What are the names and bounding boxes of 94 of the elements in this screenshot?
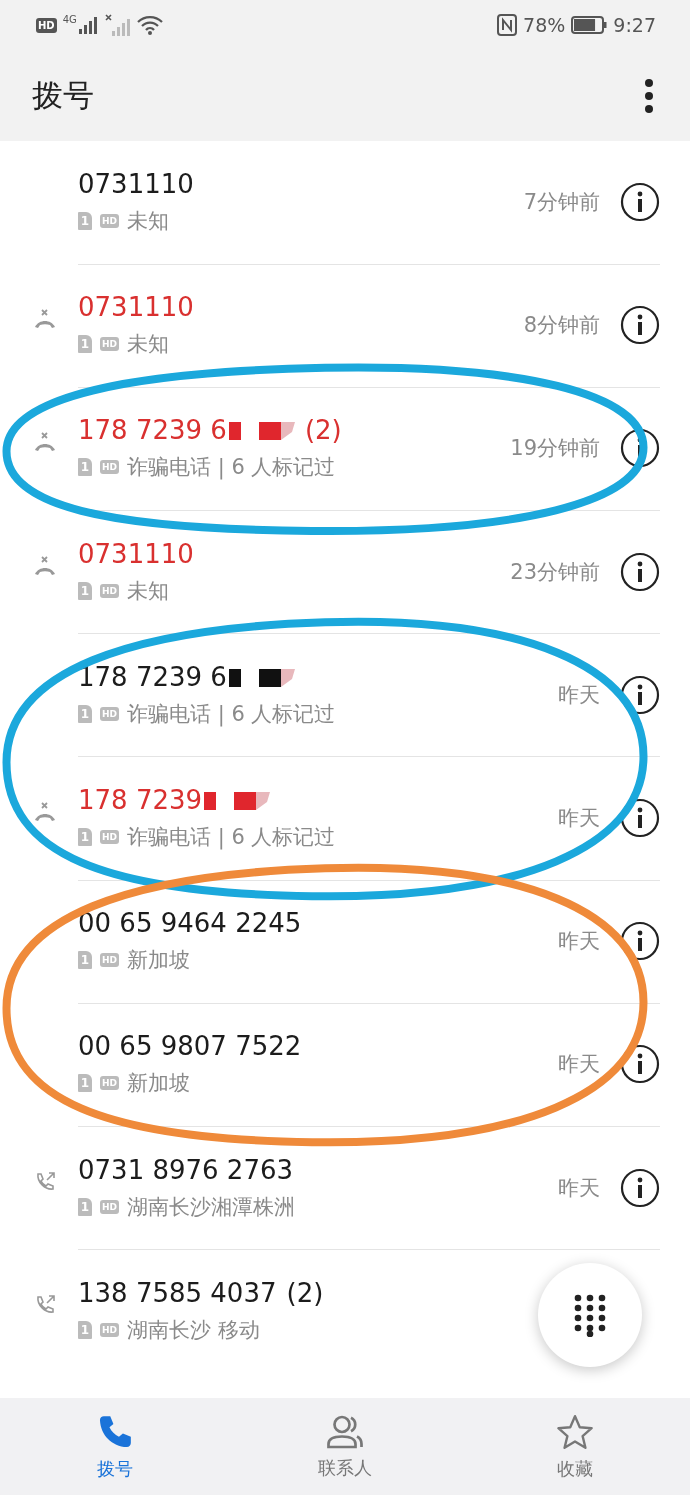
call-time: 19分钟前 [510, 435, 600, 463]
hd-badge: HD [100, 583, 119, 598]
hd-badge: HD [36, 17, 57, 33]
battery-icon [571, 16, 608, 34]
battery-percent: 78% [523, 14, 566, 36]
hd-badge: HD [100, 953, 119, 968]
call-log-row[interactable]: 00 65 9807 7522 1 HD 新加坡 昨天 [0, 1003, 690, 1127]
call-log-row[interactable]: 00 65 9464 2245 1 HD 新加坡 昨天 [0, 880, 690, 1004]
call-log-row[interactable]: 178 7239 6 (2) 1 HD 诈骗电话 | 6 人标记过 19分钟前 [0, 387, 690, 511]
phone-number: 178 7239 6 [78, 415, 227, 446]
call-log-row[interactable]: 178 7239 1 HD 诈骗电话 | 6 人标记过 昨天 [0, 756, 690, 881]
phone-number: 178 7239 [78, 785, 203, 816]
call-time: 8分钟前 [523, 312, 600, 340]
call-detail: 新加坡 [127, 947, 190, 975]
call-time: 23分钟前 [510, 558, 600, 586]
sim-badge: 1 [78, 1321, 92, 1340]
call-detail: 未知 [127, 331, 169, 359]
bottom-tab[interactable]: 联系人 [230, 1398, 460, 1495]
call-detail: 新加坡 [127, 1070, 190, 1098]
phone-number: 0731110 [78, 538, 194, 569]
info-button[interactable] [620, 921, 660, 962]
call-time: 昨天 [558, 928, 600, 956]
phone-number: 0731110 [78, 292, 194, 323]
bottom-tab[interactable]: 收藏 [460, 1398, 690, 1495]
sim-badge: 1 [78, 828, 92, 847]
outgoing-call-icon [34, 1170, 56, 1193]
phone-number: 0731 8976 2763 [78, 1154, 294, 1185]
phone-number: 00 65 9464 2245 [78, 908, 302, 939]
call-detail: 湖南长沙 移动 [127, 1317, 260, 1345]
sim-badge: 1 [78, 704, 92, 723]
phone-number: 138 7585 4037 [78, 1278, 277, 1309]
call-detail: 诈骗电话 | 6 人标记过 [127, 824, 336, 852]
page-title: 拨号 [32, 75, 94, 115]
sim-badge: 1 [78, 1074, 92, 1093]
call-time: 昨天 [558, 1051, 600, 1079]
call-detail: 湖南长沙湘潭株洲 [127, 1193, 295, 1221]
no-signal-icon [104, 14, 131, 36]
hd-badge: HD [100, 706, 119, 721]
call-log-row[interactable]: 0731110 1 HD 未知 7分钟前 [0, 141, 690, 265]
hd-badge: HD [100, 1199, 119, 1214]
sim-badge: 1 [78, 951, 92, 970]
missed-call-icon [33, 800, 57, 823]
missed-call-icon [33, 554, 57, 577]
call-detail: 未知 [127, 577, 169, 605]
phone-number: 0731110 [78, 169, 194, 200]
call-count: (2) [286, 1278, 324, 1309]
outgoing-call-icon [34, 1293, 56, 1316]
network-type: 4G [62, 14, 77, 25]
sim-badge: 1 [78, 1197, 92, 1216]
info-button[interactable] [620, 551, 660, 592]
info-button[interactable] [620, 305, 660, 346]
call-log-row[interactable]: 178 7239 6 1 HD 诈骗电话 | 6 人标记过 昨天 [0, 633, 690, 757]
call-time: 昨天 [558, 1174, 600, 1202]
nfc-icon [497, 14, 518, 36]
call-log-row[interactable]: 0731110 1 HD 未知 8分钟前 [0, 264, 690, 388]
sim-badge: 1 [78, 212, 92, 231]
info-button[interactable] [620, 182, 660, 223]
sim-badge: 1 [78, 581, 92, 600]
dialpad-icon [572, 1293, 608, 1337]
missed-call-icon [33, 308, 57, 331]
call-count: (2) [304, 415, 342, 446]
hd-badge: HD [100, 337, 119, 352]
call-log-row[interactable]: 138 7585 4037 (2) 1 HD 湖南长沙 移动 [0, 1249, 690, 1373]
hd-badge: HD [100, 1323, 119, 1338]
call-log-row[interactable]: 0731110 1 HD 未知 23分钟前 [0, 510, 690, 634]
info-button[interactable] [620, 428, 660, 469]
signal-icon [78, 16, 99, 34]
wifi-icon [136, 15, 163, 35]
dialpad-button[interactable] [538, 1263, 642, 1367]
hd-badge: HD [100, 830, 119, 845]
more-icon [644, 77, 654, 114]
call-detail: 未知 [127, 208, 169, 236]
call-detail: 诈骗电话 | 6 人标记过 [127, 454, 336, 482]
star-icon [555, 1412, 595, 1451]
info-button[interactable] [620, 1044, 660, 1085]
call-time: 7分钟前 [523, 189, 600, 217]
contacts-icon [325, 1413, 365, 1450]
call-time: 昨天 [558, 805, 600, 833]
clock: 9:27 [613, 14, 656, 36]
phone-number: 00 65 9807 7522 [78, 1031, 302, 1062]
sim-badge: 1 [78, 335, 92, 354]
info-button[interactable] [620, 1167, 660, 1208]
sim-badge: 1 [78, 458, 92, 477]
hd-badge: HD [100, 214, 119, 229]
info-button[interactable] [620, 798, 660, 839]
call-detail: 诈骗电话 | 6 人标记过 [127, 700, 336, 728]
missed-call-icon [33, 431, 57, 454]
hd-badge: HD [100, 1076, 119, 1091]
call-time: 昨天 [558, 681, 600, 709]
info-button[interactable] [620, 674, 660, 715]
call-log-row[interactable]: 0731 8976 2763 1 HD 湖南长沙湘潭株洲 昨天 [0, 1126, 690, 1250]
hd-badge: HD [100, 460, 119, 475]
phone-number: 178 7239 6 [78, 661, 227, 692]
bottom-tab[interactable]: 拨号 [0, 1398, 230, 1495]
